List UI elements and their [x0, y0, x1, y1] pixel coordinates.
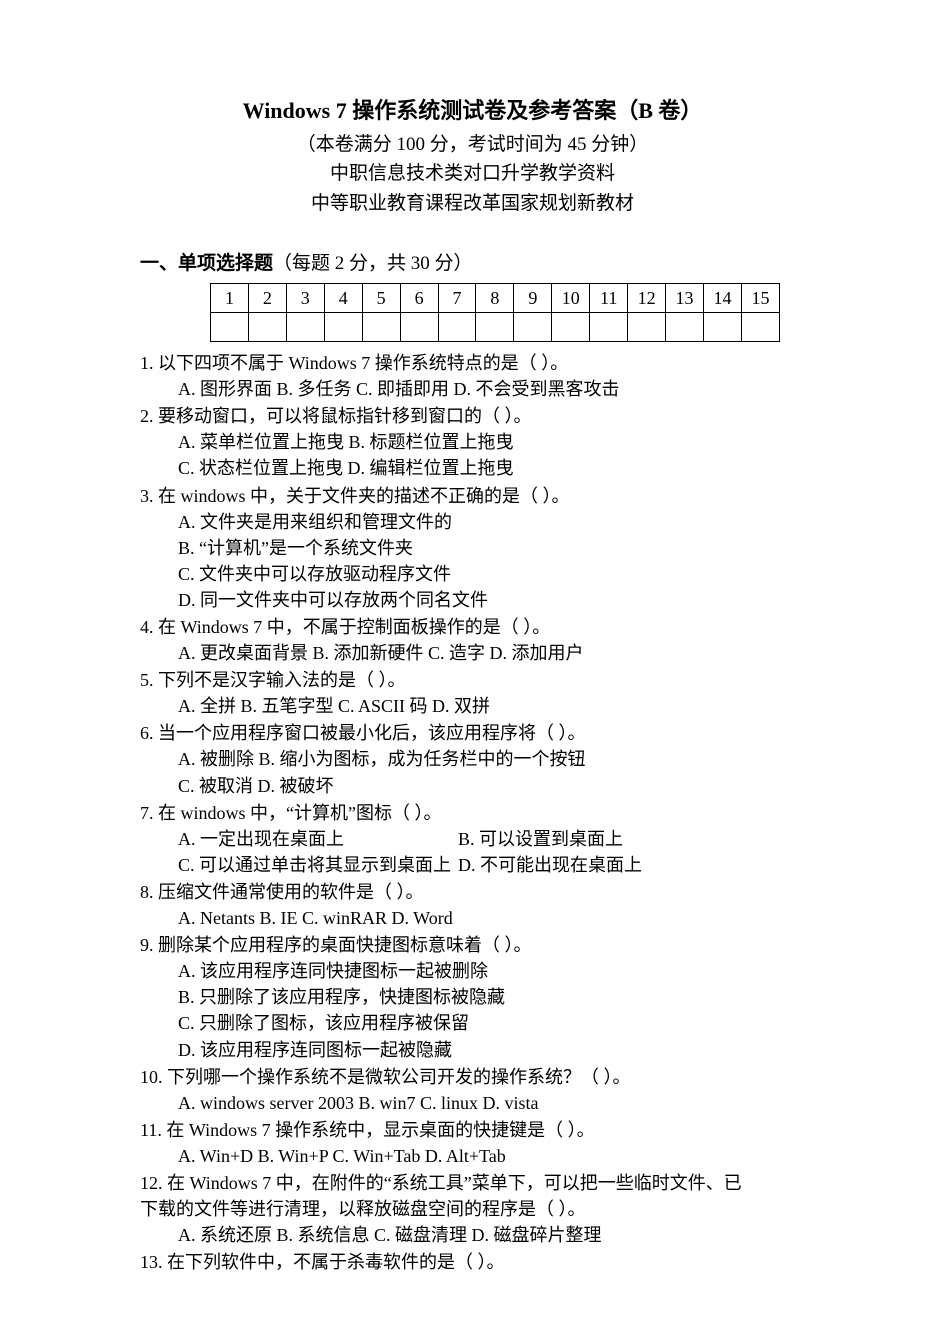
col-15: 15 [741, 284, 779, 313]
answer-table-answer-row [211, 313, 780, 342]
question-options-row2: C. 状态栏位置上拖曳 D. 编辑栏位置上拖曳 [178, 455, 805, 481]
col-7: 7 [438, 284, 476, 313]
ans-12[interactable] [628, 313, 666, 342]
questions-container: 1. 以下四项不属于 Windows 7 操作系统特点的是（ ）。A. 图形界面… [140, 350, 805, 1275]
question-4: 4. 在 Windows 7 中，不属于控制面板操作的是（ ）。A. 更改桌面背… [140, 614, 805, 666]
question-7: 7. 在 windows 中，“计算机”图标（ ）。A. 一定出现在桌面上B. … [140, 800, 805, 878]
question-stem: 11. 在 Windows 7 操作系统中，显示桌面的快捷键是（ ）。 [140, 1117, 805, 1143]
question-stem: 9. 删除某个应用程序的桌面快捷图标意味着（ ）。 [140, 932, 805, 958]
ans-10[interactable] [552, 313, 590, 342]
question-9: 9. 删除某个应用程序的桌面快捷图标意味着（ ）。A. 该应用程序连同快捷图标一… [140, 932, 805, 1062]
question-2: 2. 要移动窗口，可以将鼠标指针移到窗口的（ ）。A. 菜单栏位置上拖曳 B. … [140, 403, 805, 481]
col-6: 6 [400, 284, 438, 313]
question-options: A. 系统还原 B. 系统信息 C. 磁盘清理 D. 磁盘碎片整理 [178, 1222, 805, 1248]
question-stem: 5. 下列不是汉字输入法的是（ ）。 [140, 667, 805, 693]
question-option-d: D. 同一文件夹中可以存放两个同名文件 [178, 587, 805, 613]
ans-6[interactable] [400, 313, 438, 342]
question-option-a: A. 该应用程序连同快捷图标一起被删除 [178, 958, 805, 984]
col-14: 14 [703, 284, 741, 313]
question-6: 6. 当一个应用程序窗口被最小化后，该应用程序将（ ）。A. 被删除 B. 缩小… [140, 720, 805, 798]
question-12: 12. 在 Windows 7 中，在附件的“系统工具”菜单下，可以把一些临时文… [140, 1170, 805, 1248]
col-12: 12 [628, 284, 666, 313]
answer-table: 1 2 3 4 5 6 7 8 9 10 11 12 13 14 15 [210, 283, 780, 342]
question-stem: 12. 在 Windows 7 中，在附件的“系统工具”菜单下，可以把一些临时文… [140, 1170, 805, 1196]
title-block: Windows 7 操作系统测试卷及参考答案（B 卷） （本卷满分 100 分，… [140, 95, 805, 218]
ans-2[interactable] [248, 313, 286, 342]
question-11: 11. 在 Windows 7 操作系统中，显示桌面的快捷键是（ ）。A. Wi… [140, 1117, 805, 1169]
col-5: 5 [362, 284, 400, 313]
question-stem: 3. 在 windows 中，关于文件夹的描述不正确的是（ ）。 [140, 483, 805, 509]
question-stem: 1. 以下四项不属于 Windows 7 操作系统特点的是（ ）。 [140, 350, 805, 376]
col-8: 8 [476, 284, 514, 313]
ans-5[interactable] [362, 313, 400, 342]
answer-table-header-row: 1 2 3 4 5 6 7 8 9 10 11 12 13 14 15 [211, 284, 780, 313]
col-10: 10 [552, 284, 590, 313]
question-options-row1: A. 一定出现在桌面上B. 可以设置到桌面上 [178, 826, 805, 852]
question-5: 5. 下列不是汉字输入法的是（ ）。A. 全拼 B. 五笔字型 C. ASCII… [140, 667, 805, 719]
col-9: 9 [514, 284, 552, 313]
col-4: 4 [324, 284, 362, 313]
ans-7[interactable] [438, 313, 476, 342]
question-option-a: A. 文件夹是用来组织和管理文件的 [178, 509, 805, 535]
ans-13[interactable] [666, 313, 704, 342]
question-stem: 6. 当一个应用程序窗口被最小化后，该应用程序将（ ）。 [140, 720, 805, 746]
section-1-note: （每题 2 分，共 30 分） [273, 253, 473, 274]
ans-9[interactable] [514, 313, 552, 342]
question-options: A. 图形界面 B. 多任务 C. 即插即用 D. 不会受到黑客攻击 [178, 376, 805, 402]
question-stem: 7. 在 windows 中，“计算机”图标（ ）。 [140, 800, 805, 826]
subtitle-line-2: 中职信息技术类对口升学教学资料 [140, 160, 805, 188]
question-option-d: D. 该应用程序连同图标一起被隐藏 [178, 1037, 805, 1063]
question-options-row2: C. 被取消 D. 被破坏 [178, 773, 805, 799]
question-option-b: B. “计算机”是一个系统文件夹 [178, 535, 805, 561]
ans-4[interactable] [324, 313, 362, 342]
question-option-c: C. 文件夹中可以存放驱动程序文件 [178, 561, 805, 587]
question-13: 13. 在下列软件中，不属于杀毒软件的是（ ）。 [140, 1249, 805, 1275]
col-2: 2 [248, 284, 286, 313]
question-stem-cont: 下载的文件等进行清理，以释放磁盘空间的程序是（ ）。 [140, 1196, 805, 1222]
ans-11[interactable] [590, 313, 628, 342]
ans-1[interactable] [211, 313, 249, 342]
ans-14[interactable] [703, 313, 741, 342]
question-options: A. 全拼 B. 五笔字型 C. ASCII 码 D. 双拼 [178, 693, 805, 719]
col-13: 13 [666, 284, 704, 313]
question-8: 8. 压缩文件通常使用的软件是（ ）。A. Netants B. IE C. w… [140, 879, 805, 931]
question-stem: 13. 在下列软件中，不属于杀毒软件的是（ ）。 [140, 1249, 805, 1275]
question-stem: 10. 下列哪一个操作系统不是微软公司开发的操作系统？（ ）。 [140, 1064, 805, 1090]
question-option-c: C. 只删除了图标，该应用程序被保留 [178, 1010, 805, 1036]
question-options: A. windows server 2003 B. win7 C. linux … [178, 1090, 805, 1116]
question-option-b: B. 只删除了该应用程序，快捷图标被隐藏 [178, 984, 805, 1010]
section-1-header: 一、单项选择题（每题 2 分，共 30 分） [140, 250, 805, 278]
question-options-row1: A. 菜单栏位置上拖曳 B. 标题栏位置上拖曳 [178, 429, 805, 455]
question-1: 1. 以下四项不属于 Windows 7 操作系统特点的是（ ）。A. 图形界面… [140, 350, 805, 402]
question-10: 10. 下列哪一个操作系统不是微软公司开发的操作系统？（ ）。A. window… [140, 1064, 805, 1116]
col-1: 1 [211, 284, 249, 313]
question-options-row2: C. 可以通过单击将其显示到桌面上D. 不可能出现在桌面上 [178, 852, 805, 878]
question-options: A. Netants B. IE C. winRAR D. Word [178, 905, 805, 931]
col-3: 3 [286, 284, 324, 313]
col-11: 11 [590, 284, 628, 313]
document-title: Windows 7 操作系统测试卷及参考答案（B 卷） [140, 95, 805, 127]
subtitle-line-3: 中等职业教育课程改革国家规划新教材 [140, 190, 805, 218]
ans-15[interactable] [741, 313, 779, 342]
section-1-label: 一、单项选择题 [140, 253, 273, 274]
ans-3[interactable] [286, 313, 324, 342]
question-options: A. Win+D B. Win+P C. Win+Tab D. Alt+Tab [178, 1143, 805, 1169]
question-3: 3. 在 windows 中，关于文件夹的描述不正确的是（ ）。A. 文件夹是用… [140, 483, 805, 613]
question-options-row1: A. 被删除 B. 缩小为图标，成为任务栏中的一个按钮 [178, 746, 805, 772]
ans-8[interactable] [476, 313, 514, 342]
question-options: A. 更改桌面背景 B. 添加新硬件 C. 造字 D. 添加用户 [178, 640, 805, 666]
question-stem: 8. 压缩文件通常使用的软件是（ ）。 [140, 879, 805, 905]
subtitle-line-1: （本卷满分 100 分，考试时间为 45 分钟） [140, 131, 805, 159]
question-stem: 2. 要移动窗口，可以将鼠标指针移到窗口的（ ）。 [140, 403, 805, 429]
question-stem: 4. 在 Windows 7 中，不属于控制面板操作的是（ ）。 [140, 614, 805, 640]
document-page: Windows 7 操作系统测试卷及参考答案（B 卷） （本卷满分 100 分，… [0, 0, 945, 1275]
